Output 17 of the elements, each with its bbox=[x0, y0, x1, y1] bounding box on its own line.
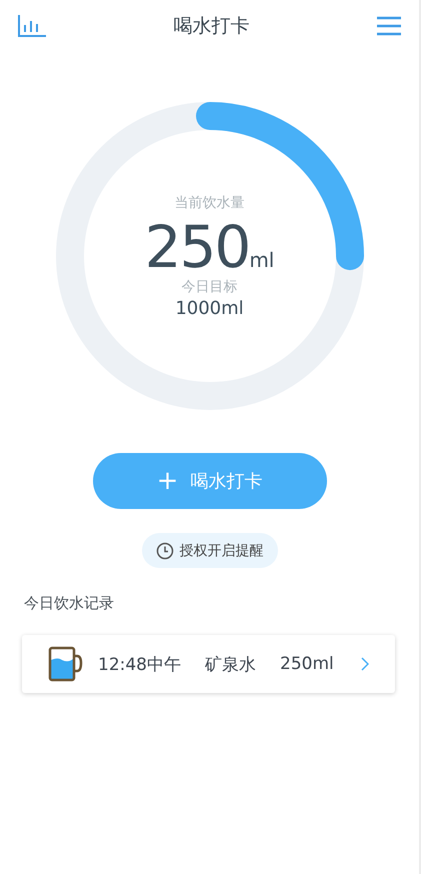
intake-unit: ml bbox=[249, 248, 274, 272]
reminder-button[interactable]: 授权开启提醒 bbox=[142, 533, 278, 568]
current-intake-label: 当前饮水量 bbox=[174, 194, 244, 212]
page-title: 喝水打卡 bbox=[174, 14, 250, 39]
goal-label: 今日目标 bbox=[182, 278, 238, 296]
menu-icon[interactable] bbox=[377, 16, 401, 36]
record-card[interactable]: 12:48中午 矿泉水 250ml bbox=[22, 635, 395, 693]
chevron-right-icon bbox=[361, 657, 369, 671]
bar-chart-icon[interactable] bbox=[18, 15, 46, 37]
record-drink: 矿泉水 bbox=[205, 654, 256, 676]
record-time: 12:48中午 bbox=[98, 654, 181, 676]
records-title: 今日饮水记录 bbox=[24, 594, 115, 613]
goal-value: 1000ml bbox=[175, 298, 244, 318]
record-amount: 250ml bbox=[280, 654, 334, 674]
current-intake-value: 250 bbox=[144, 218, 250, 276]
mug-icon bbox=[48, 646, 84, 682]
clock-icon bbox=[156, 542, 174, 560]
